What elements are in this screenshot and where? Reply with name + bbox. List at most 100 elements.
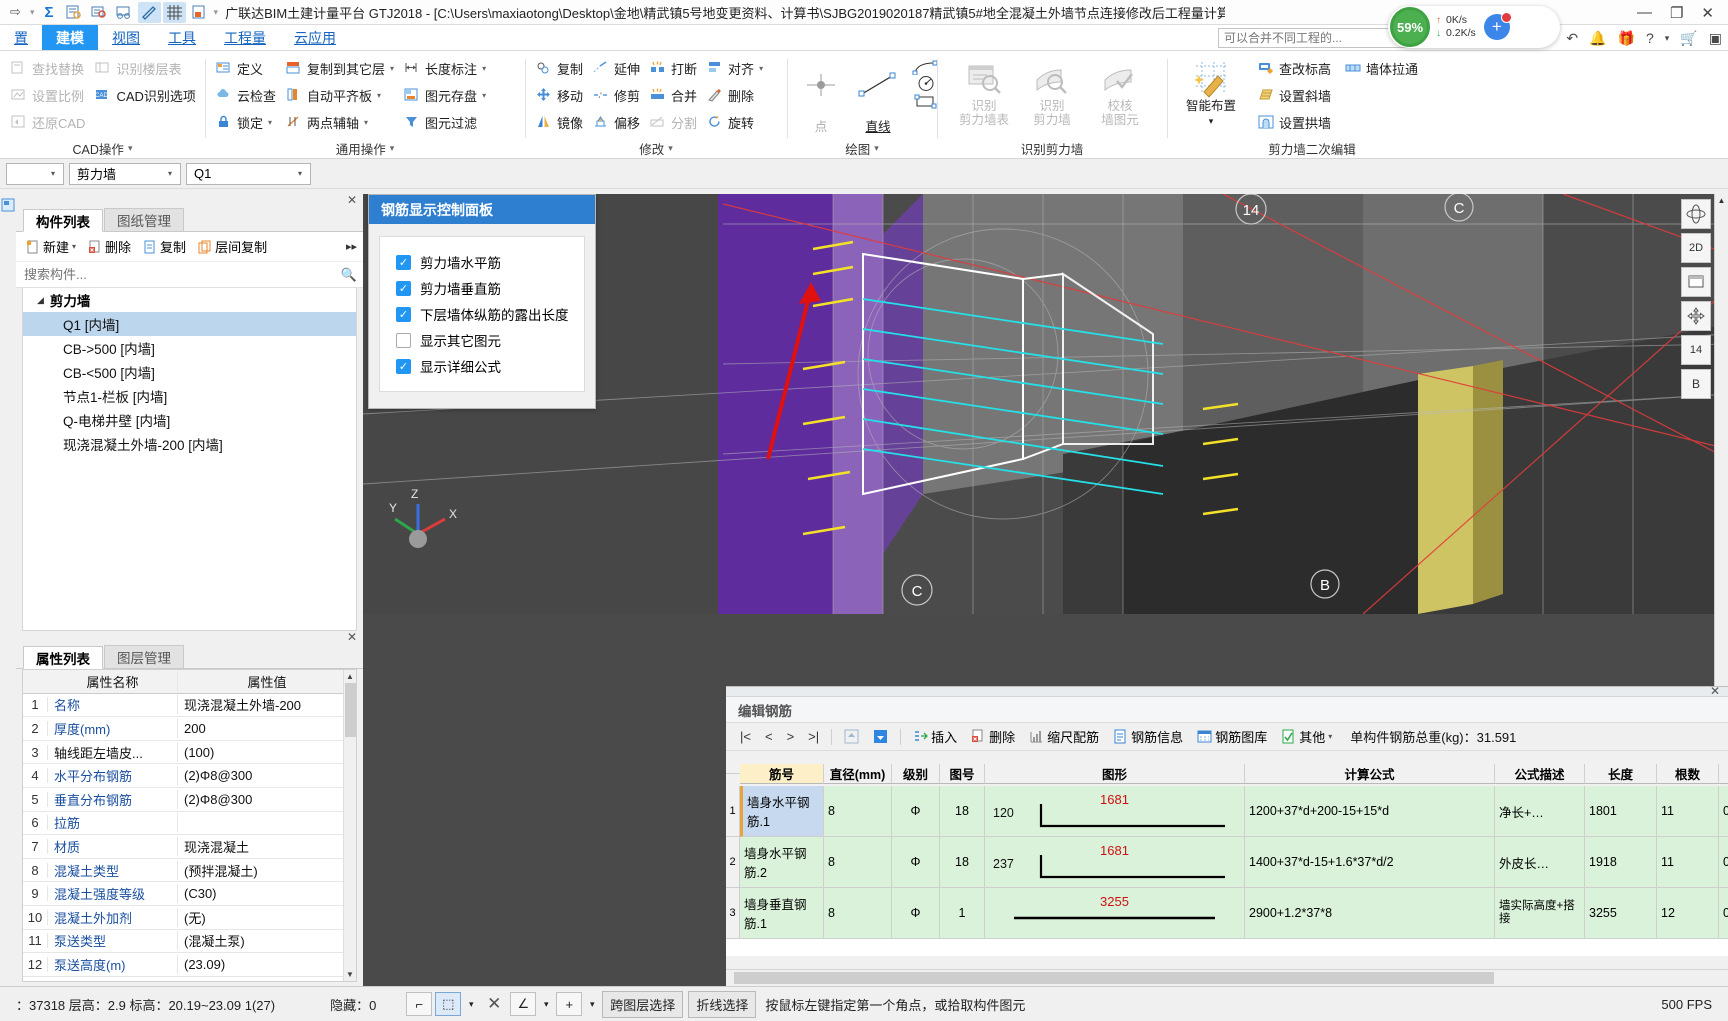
cell-shape-number[interactable]: 18 <box>940 786 985 837</box>
col-formula-description[interactable]: 公式描述 <box>1495 763 1585 784</box>
group-caret-icon[interactable]: ▾ <box>390 143 395 154</box>
checkbox-icon[interactable]: ✓ <box>396 358 411 374</box>
length-dimension-button[interactable]: 长度标注 ▾ <box>399 55 491 82</box>
rotate-button[interactable]: 旋转 <box>702 109 768 136</box>
axis-14-label[interactable]: 14 <box>1681 335 1711 365</box>
cell-length[interactable]: 1801 <box>1585 786 1657 837</box>
cell-diameter[interactable]: 8 <box>824 888 892 939</box>
close-snap-button[interactable]: ✕ <box>481 992 507 1016</box>
zoom-level-label[interactable]: 2D <box>1681 233 1711 263</box>
panel-splitter[interactable]: ✕ <box>16 630 363 645</box>
cell-shape[interactable]: 3255 <box>985 888 1245 939</box>
first-record-button[interactable]: |< <box>734 729 757 744</box>
delete-component-button[interactable]: 删除 <box>84 235 135 258</box>
cell-formula[interactable]: 2900+1.2*37*8 <box>1245 888 1495 939</box>
table-row[interactable]: 3 墙身垂直钢筋.1 8 Φ 1 3255 2900+1.2*37*8 墙实际高… <box>726 888 1728 939</box>
scale-rebar-button[interactable]: 缩尺配筋 <box>1023 725 1105 748</box>
restore-cad-button[interactable]: 还原CAD <box>6 109 90 136</box>
chevron-down-icon[interactable]: ▾ <box>1328 732 1332 741</box>
table-row[interactable]: 10 混凝土外加剂 (无) <box>23 906 356 930</box>
extend-button[interactable]: 延伸 <box>588 55 645 82</box>
restore-button[interactable]: ❐ <box>1670 4 1683 22</box>
add-button[interactable]: + <box>1483 12 1512 40</box>
close-icon[interactable]: ✕ <box>347 630 357 644</box>
table-row[interactable]: 12 泵送高度(m) (23.09) <box>23 953 356 977</box>
grid-icon[interactable] <box>162 1 186 23</box>
scroll-up-icon[interactable]: ▲ <box>344 670 356 683</box>
cell-formula-description[interactable]: 外皮长… <box>1495 837 1585 888</box>
cell-rebar-number[interactable]: 墙身垂直钢筋.1 <box>740 888 824 939</box>
set-scale-button[interactable]: 设置比例 <box>6 82 90 109</box>
cell-level[interactable]: Φ <box>892 888 940 939</box>
group-caret-icon[interactable]: ▾ <box>128 143 133 154</box>
checkbox-row-show-detail-formula[interactable]: ✓ 显示详细公式 <box>388 353 576 379</box>
help-icon[interactable]: ? <box>1646 30 1654 46</box>
help-caret-icon[interactable]: ▾ <box>1665 33 1670 44</box>
rebar-panel-grip[interactable] <box>726 687 1728 697</box>
chevron-down-icon[interactable]: ▾ <box>268 118 272 127</box>
component-search[interactable]: 🔍 <box>16 262 363 288</box>
expand-panel-icon[interactable]: ▸▸ <box>346 240 357 253</box>
chevron-down-icon[interactable]: ▾ <box>160 169 178 178</box>
redo-icon[interactable]: ⇨ <box>4 2 27 23</box>
cell-formula-description[interactable]: 净长+… <box>1495 786 1585 837</box>
polyline-select-tag[interactable]: 折线选择 <box>688 990 757 1018</box>
scroll-down-icon[interactable]: ▼ <box>344 968 356 981</box>
merge-button[interactable]: 合并 <box>645 82 702 109</box>
chevron-down-icon[interactable]: ▾ <box>43 169 61 178</box>
table-row[interactable]: 6 拉筋 <box>23 812 356 836</box>
rebar-info-button[interactable]: 钢筋信息 <box>1107 725 1189 748</box>
rebar-library-button[interactable]: 钢筋图库 <box>1191 725 1273 748</box>
checkbox-icon[interactable]: ✓ <box>396 254 411 270</box>
mirror-button[interactable]: 镜像 <box>531 109 588 136</box>
element-filter-button[interactable]: 图元过滤 <box>399 109 491 136</box>
check-icon[interactable] <box>113 2 136 23</box>
scrollbar-thumb[interactable] <box>345 683 356 737</box>
align-button[interactable]: 对齐 ▾ <box>702 55 768 82</box>
fit-view-icon[interactable] <box>1681 267 1711 297</box>
col-shape-number[interactable]: 图号 <box>940 763 985 784</box>
cloud-check-button[interactable]: 云检查 <box>211 82 281 109</box>
chevron-down-icon[interactable]: ▾ <box>759 64 763 73</box>
dropdown-caret-icon[interactable]: ▾ <box>29 7 36 18</box>
delete-button[interactable]: 删除 <box>702 82 768 109</box>
tab-cloud-apps[interactable]: 云应用 <box>280 25 350 50</box>
menubar-right-icons[interactable]: ↶ 🔔 🎁 ? ▾ 🛒 ▣ <box>1566 25 1722 51</box>
check-elevation-button[interactable]: 查改标高 <box>1253 55 1336 82</box>
cell-lap[interactable]: 0 <box>1719 837 1728 888</box>
query-icon[interactable] <box>88 2 111 23</box>
chevron-down-icon[interactable]: ▾ <box>290 169 308 178</box>
search-icon[interactable]: 🔍 <box>341 267 357 283</box>
orbit-icon[interactable] <box>1681 199 1711 229</box>
chevron-down-icon[interactable]: ▾ <box>482 64 486 73</box>
offset-button[interactable]: 偏移 <box>588 109 645 136</box>
copy-to-floor-button[interactable]: 复制到其它层 ▾ <box>281 55 399 82</box>
col-count[interactable]: 根数 <box>1657 763 1719 784</box>
group-caret-icon[interactable]: ▾ <box>874 143 879 154</box>
col-formula[interactable]: 计算公式 <box>1245 763 1495 784</box>
cell-formula[interactable]: 1200+37*d+200-15+15*d <box>1245 786 1495 837</box>
cell-rebar-number[interactable]: 墙身水平钢筋.2 <box>740 837 824 888</box>
insert-button[interactable]: 插入 <box>907 725 963 748</box>
tree-item-elevator-wall[interactable]: Q-电梯井壁 [内墙] <box>23 408 356 432</box>
close-icon[interactable]: ✕ <box>347 193 357 207</box>
tab-modeling[interactable]: 建模 <box>42 25 98 50</box>
cell-lap[interactable]: 0 <box>1719 888 1728 939</box>
next-record-button[interactable]: > <box>781 729 801 744</box>
navigator-icon[interactable] <box>1 198 15 212</box>
chevron-down-icon[interactable]: ▾ <box>364 118 368 127</box>
check-wall-element-button[interactable]: 校核 墙图元 <box>1089 55 1151 138</box>
split-button[interactable]: 分割 <box>645 109 702 136</box>
tree-root-shear-wall[interactable]: ◢ 剪力墙 <box>23 288 356 312</box>
table-row[interactable]: 9 混凝土强度等级 (C30) <box>23 882 356 906</box>
cell-formula-description[interactable]: 墙实际高度+搭接 <box>1495 888 1585 939</box>
cad-options-button[interactable]: CAD CAD识别选项 <box>90 82 200 109</box>
axis-b-label[interactable]: B <box>1681 369 1711 399</box>
pan-icon[interactable] <box>1681 301 1711 331</box>
col-lap[interactable]: 搭接 <box>1719 763 1728 784</box>
two-point-axis-button[interactable]: 两点辅轴 ▾ <box>281 109 399 136</box>
tab-settings[interactable]: 置 <box>0 25 42 50</box>
define-button[interactable]: 定义 <box>211 55 281 82</box>
expand-arrow-icon[interactable]: ◢ <box>37 295 44 306</box>
cell-shape-number[interactable]: 18 <box>940 837 985 888</box>
